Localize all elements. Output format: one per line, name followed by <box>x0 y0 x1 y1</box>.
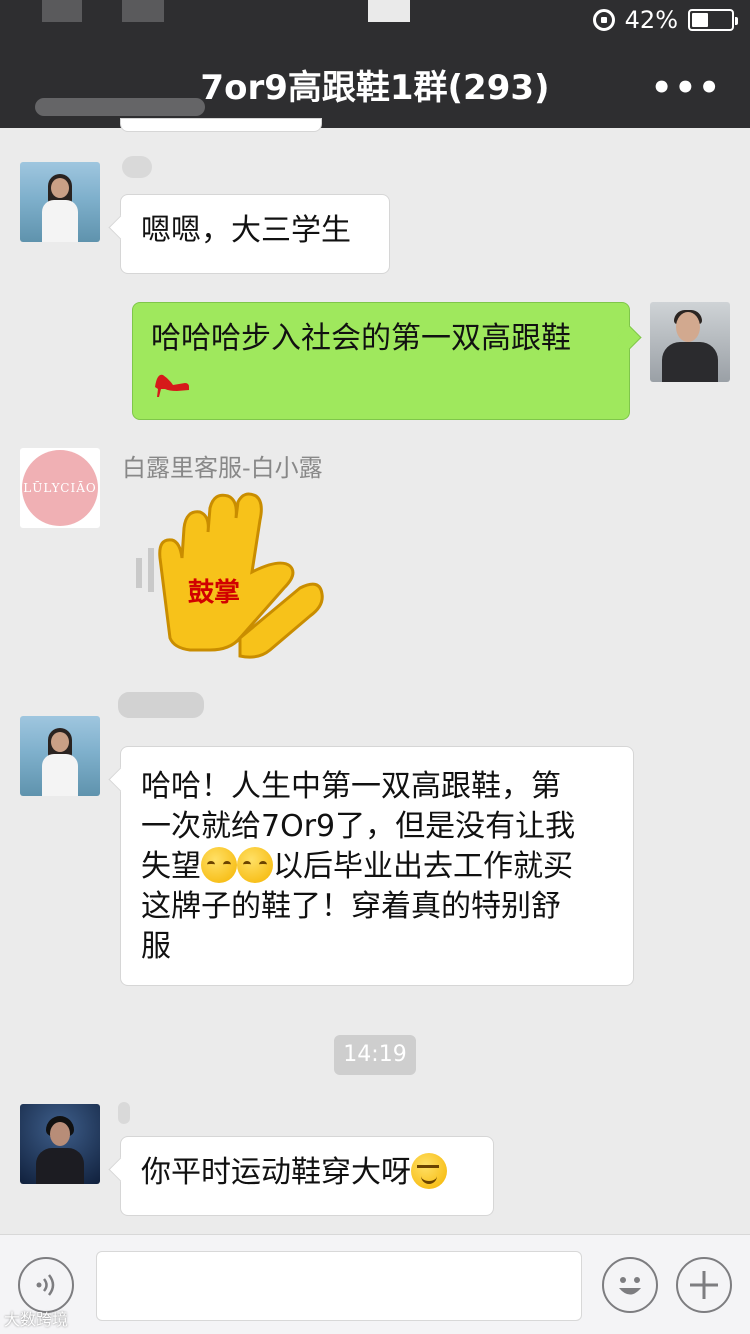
message-text: 你平时运动鞋穿大呀 <box>141 1155 411 1190</box>
watermark: 大数跨境 <box>4 1310 69 1329</box>
message-text: 以后毕业出去工作就买 <box>273 849 573 884</box>
smirk-emoji-icon <box>411 1153 447 1189</box>
status-right: 42% <box>592 6 738 34</box>
battery-icon <box>688 9 738 31</box>
message-line: 服 <box>141 929 171 964</box>
message-line: 一次就给7Or9了，但是没有让我 <box>141 809 576 844</box>
sticker-text: 鼓掌 <box>188 578 241 608</box>
message-bubble[interactable]: 你平时运动鞋穿大呀 <box>120 1136 494 1216</box>
avatar[interactable] <box>20 162 100 242</box>
nav-bar: 7or9高跟鞋1群(293) ••• <box>0 40 750 128</box>
chat-area[interactable]: 嗯嗯，大三学生 哈哈哈步入社会的第一双高跟鞋 LŪLYCIĀO 白露里客服-白小… <box>0 118 750 1234</box>
sender-name-blur <box>118 1102 130 1124</box>
rotation-lock-icon <box>592 9 615 31</box>
message-bubble[interactable]: 哈哈！人生中第一双高跟鞋，第 一次就给7Or9了，但是没有让我 失望 以后毕业出去… <box>120 746 634 986</box>
message-input[interactable] <box>96 1251 582 1321</box>
message-bubble[interactable]: 嗯嗯，大三学生 <box>120 194 390 274</box>
sender-name: 白露里客服-白小露 <box>122 454 323 482</box>
message-text: 失望 <box>141 849 201 884</box>
time-blur <box>368 0 410 22</box>
status-bar: 42% <box>0 0 750 40</box>
message-line: 哈哈！人生中第一双高跟鞋，第 <box>141 769 561 804</box>
avatar[interactable]: LŪLYCIĀO <box>20 448 100 528</box>
avatar[interactable] <box>20 1104 100 1184</box>
message-text: 哈哈哈步入社会的第一双高跟鞋 <box>151 321 571 356</box>
message-text: 嗯嗯，大三学生 <box>141 213 351 248</box>
message-bubble-self[interactable]: 哈哈哈步入社会的第一双高跟鞋 <box>132 302 630 420</box>
voice-icon[interactable] <box>18 1257 74 1313</box>
chat-title: 7or9高跟鞋1群(293) <box>200 68 550 108</box>
message-line: 这牌子的鞋了！穿着真的特别舒 <box>141 889 561 924</box>
avatar[interactable] <box>20 716 100 796</box>
emoji-icon[interactable] <box>602 1257 658 1313</box>
crying-laugh-emoji-icon <box>201 847 237 883</box>
input-bar <box>0 1234 750 1334</box>
signal-blur <box>122 0 164 22</box>
carrier-blur <box>42 0 82 22</box>
plus-icon[interactable] <box>676 1257 732 1313</box>
clap-sticker[interactable]: 鼓掌 <box>130 488 330 668</box>
timestamp: 14:19 <box>334 1035 416 1075</box>
brand-logo: LŪLYCIĀO <box>22 450 98 526</box>
message-line-3: 失望 以后毕业出去工作就买 <box>141 847 613 887</box>
sender-name-blur <box>122 156 152 178</box>
crying-laugh-emoji-icon <box>237 847 273 883</box>
sender-name-blur <box>118 692 204 718</box>
battery-percent: 42% <box>624 6 678 34</box>
self-avatar[interactable] <box>650 302 730 382</box>
high-heel-icon <box>151 359 191 399</box>
more-icon[interactable]: ••• <box>651 68 722 108</box>
battery-fill <box>692 13 708 27</box>
partial-bubble <box>120 118 322 132</box>
